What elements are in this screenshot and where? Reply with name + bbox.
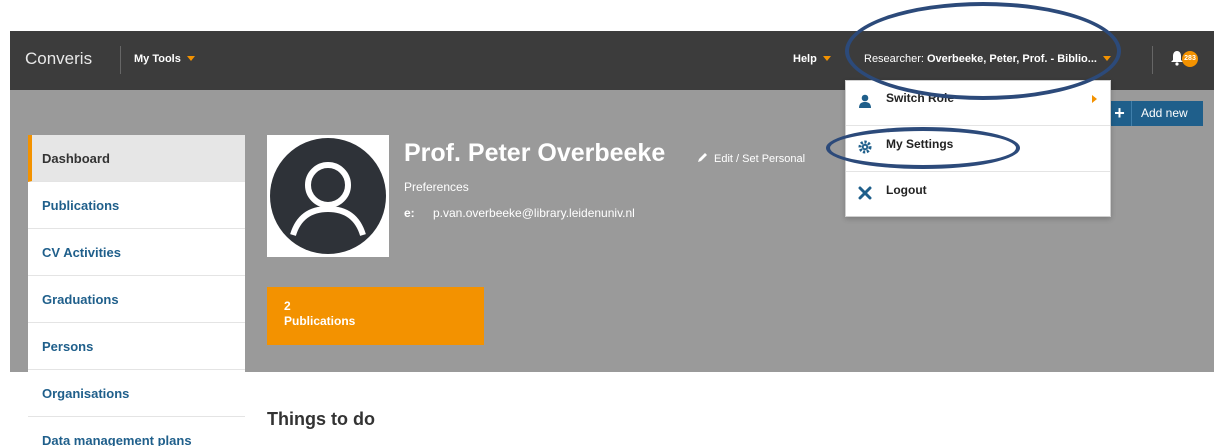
logout-menu-item[interactable]: Logout — [846, 173, 1110, 218]
researcher-menu[interactable]: Researcher: Overbeeke, Peter, Prof. - Bi… — [864, 53, 1111, 65]
sidebar-item-persons[interactable]: Persons — [28, 323, 245, 370]
avatar — [267, 135, 389, 257]
sidebar-item-dashboard[interactable]: Dashboard — [28, 135, 245, 182]
sidebar-item-cv-activities[interactable]: CV Activities — [28, 229, 245, 276]
chevron-right-icon — [1092, 95, 1097, 103]
add-new-label: Add new — [1141, 106, 1188, 120]
sidebar-item-publications[interactable]: Publications — [28, 182, 245, 229]
my-tools-label: My Tools — [134, 53, 181, 65]
email-label: e: — [404, 206, 415, 220]
my-settings-menu-item[interactable]: My Settings — [846, 127, 1110, 172]
publications-count: 2 — [284, 299, 291, 313]
switch-role-menu-item[interactable]: Switch Role — [846, 81, 1110, 126]
publications-tile[interactable]: 2 Publications — [267, 287, 484, 345]
nav-divider — [1152, 46, 1153, 74]
things-to-do-heading: Things to do — [267, 409, 375, 429]
nav-divider — [120, 46, 121, 74]
logout-label: Logout — [886, 183, 927, 197]
switch-role-label: Switch Role — [886, 91, 955, 105]
my-settings-label: My Settings — [886, 137, 954, 151]
help-menu[interactable]: Help — [793, 53, 831, 65]
profile-name: Prof. Peter Overbeeke — [404, 139, 666, 167]
researcher-name: Overbeeke, Peter, Prof. - Biblio... — [926, 53, 1097, 65]
chevron-down-icon — [822, 56, 831, 61]
sidebar-item-organisations[interactable]: Organisations — [28, 370, 245, 417]
close-icon — [858, 186, 872, 200]
publications-tile-label: Publications — [284, 314, 356, 328]
preferences-text: Preferences — [404, 180, 469, 194]
user-dropdown-menu: Switch Role My Settings Logout — [845, 80, 1111, 217]
researcher-prefix: Researcher: — [864, 53, 927, 65]
chevron-down-icon — [1102, 56, 1111, 61]
user-icon — [859, 94, 871, 108]
email-value[interactable]: p.van.overbeeke@library.leidenuniv.nl — [433, 206, 635, 220]
sidebar-item-data-management-plans[interactable]: Data management plans — [28, 417, 245, 446]
help-label: Help — [793, 53, 817, 65]
edit-profile-link[interactable]: Edit / Set Personal — [714, 153, 805, 165]
user-avatar-icon — [270, 138, 386, 254]
chevron-down-icon — [186, 56, 195, 61]
my-tools-menu[interactable]: My Tools — [134, 53, 195, 65]
page: Converis My Tools Help Researcher: Overb… — [0, 0, 1214, 446]
gear-icon — [858, 140, 872, 154]
sidebar: Dashboard Publications CV Activities Gra… — [28, 135, 245, 446]
plus-icon: + — [1108, 101, 1132, 126]
app-logo[interactable]: Converis — [25, 49, 92, 69]
notification-badge[interactable]: 283 — [1182, 51, 1198, 67]
pencil-icon[interactable] — [697, 151, 709, 163]
sidebar-item-graduations[interactable]: Graduations — [28, 276, 245, 323]
add-new-button[interactable]: + Add new — [1108, 101, 1203, 126]
